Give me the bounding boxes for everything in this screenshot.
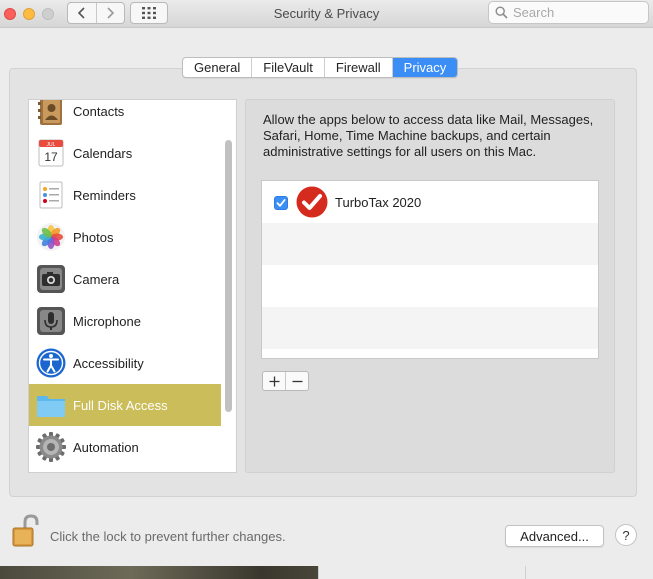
tab-firewall[interactable]: Firewall — [323, 58, 392, 77]
lock-message: Click the lock to prevent further change… — [50, 529, 286, 544]
sidebar-item-microphone[interactable]: Microphone — [29, 300, 221, 342]
title-bar: Security & Privacy — [0, 0, 653, 28]
sidebar-item-label: Reminders — [73, 187, 136, 203]
calendar-icon: JUL 17 — [38, 139, 64, 167]
reminders-icon — [39, 181, 63, 209]
desktop-background — [0, 566, 653, 579]
empty-row — [262, 265, 598, 307]
tab-bar: General FileVault Firewall Privacy — [182, 57, 459, 78]
sidebar-item-contacts[interactable]: Contacts — [29, 100, 221, 132]
app-name: TurboTax 2020 — [335, 195, 422, 210]
preferences-window: Security & Privacy General FileVault Fir… — [0, 0, 653, 566]
app-checkbox[interactable] — [274, 196, 288, 210]
sidebar-item-accessibility[interactable]: Accessibility — [29, 342, 221, 384]
search-icon — [495, 6, 508, 19]
search-field[interactable] — [488, 1, 649, 24]
turbotax-icon — [296, 186, 328, 218]
gear-icon — [36, 432, 66, 462]
sidebar-item-label: Calendars — [73, 145, 133, 161]
checkmark-icon — [276, 199, 286, 207]
photos-icon — [37, 223, 65, 251]
remove-app-button[interactable] — [285, 372, 308, 390]
sidebar-item-reminders[interactable]: Reminders — [29, 174, 221, 216]
svg-text:17: 17 — [44, 150, 58, 164]
microphone-icon — [37, 307, 65, 335]
sidebar-item-label: Accessibility — [73, 355, 144, 371]
tab-filevault[interactable]: FileVault — [251, 58, 324, 77]
folder-icon — [37, 396, 65, 417]
sidebar-item-label: Contacts — [73, 103, 125, 119]
advanced-button[interactable]: Advanced... — [505, 525, 604, 547]
svg-text:JUL: JUL — [47, 142, 56, 148]
help-button[interactable]: ? — [615, 524, 637, 546]
empty-row — [262, 307, 598, 349]
add-remove-controls — [262, 371, 309, 391]
sidebar-item-camera[interactable]: Camera — [29, 258, 221, 300]
sidebar-item-automation[interactable]: Automation — [29, 426, 221, 468]
sidebar-item-calendars[interactable]: JUL 17 Calendars — [29, 132, 221, 174]
minus-icon — [292, 380, 303, 382]
sidebar-item-label: Photos — [73, 229, 114, 245]
sidebar-item-full-disk-access[interactable]: Full Disk Access — [29, 384, 221, 426]
contacts-icon — [38, 100, 62, 125]
sidebar-item-label: Full Disk Access — [73, 397, 168, 413]
background-window — [318, 566, 653, 579]
list-item[interactable]: TurboTax 2020 — [262, 181, 598, 223]
tab-privacy[interactable]: Privacy — [391, 58, 458, 77]
tab-general[interactable]: General — [183, 58, 251, 77]
camera-icon — [37, 265, 65, 293]
plus-icon — [269, 376, 280, 386]
accessibility-icon — [36, 348, 66, 378]
sidebar-item-photos[interactable]: Photos — [29, 216, 221, 258]
search-input[interactable] — [513, 5, 643, 20]
sidebar-item-label: Microphone — [73, 313, 141, 329]
app-list[interactable]: TurboTax 2020 — [261, 180, 599, 359]
access-description: Allow the apps below to access data like… — [263, 112, 594, 159]
sidebar-item-label: Camera — [73, 271, 120, 287]
sidebar-item-label: Automation — [73, 439, 139, 455]
empty-row — [262, 223, 598, 265]
add-app-button[interactable] — [263, 372, 285, 390]
sidebar-scrollbar[interactable] — [225, 140, 232, 412]
lock-icon[interactable] — [11, 514, 41, 548]
privacy-category-list[interactable]: Contacts JUL 17 Calendars Reminders Phot… — [28, 99, 237, 473]
